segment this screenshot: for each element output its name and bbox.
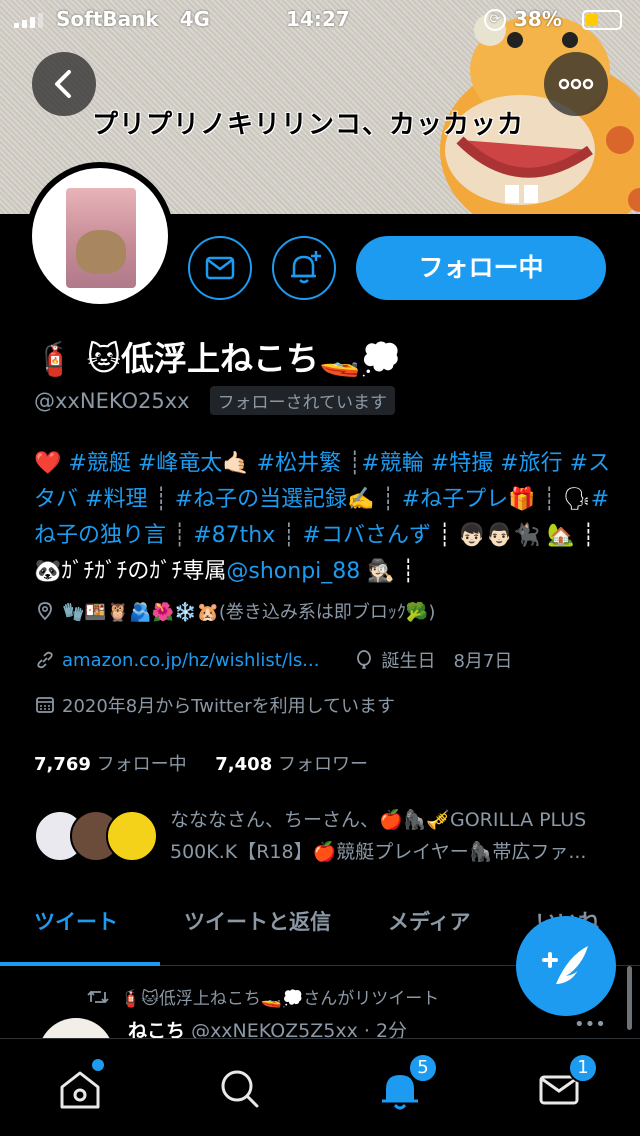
bio-text <box>131 451 138 476</box>
scrollbar[interactable] <box>627 966 632 1030</box>
tab-tweets-replies[interactable]: ツイートと返信 <box>184 906 331 936</box>
website-link[interactable]: amazon.co.jp/hz/wishlist/ls... <box>62 650 319 671</box>
messages-badge: 1 <box>568 1053 598 1083</box>
bio-text: ┊ <box>275 523 303 548</box>
bell-plus-icon <box>291 251 321 284</box>
bottom-nav: 5 1 <box>0 1038 640 1136</box>
following-button[interactable]: フォロー中 <box>356 236 606 300</box>
joined-row: 2020年8月からTwitterを利用しています <box>34 692 395 718</box>
bio-text: ❤️ <box>34 451 69 476</box>
follows-you-badge: フォローされています <box>209 386 396 415</box>
nav-home[interactable] <box>50 1059 110 1119</box>
clock: 14:27 <box>286 7 350 31</box>
bio-hashtag-link[interactable]: #コバさんず <box>303 523 431 548</box>
bio-text: ┊ <box>166 523 194 548</box>
more-options-button[interactable] <box>544 52 608 116</box>
following-count-link[interactable]: 7,769 フォロー中 <box>34 754 187 775</box>
joined-text: 2020年8月からTwitterを利用しています <box>62 696 396 717</box>
tab-media[interactable]: メディア <box>388 906 471 936</box>
followed-by-avatars[interactable] <box>34 810 158 866</box>
carrier-label: SoftBank 4G <box>56 7 210 31</box>
bio-text: 🤙🏻 <box>222 451 257 476</box>
bio-text <box>424 451 431 476</box>
bio-hashtag-link[interactable]: #旅行 <box>500 451 562 476</box>
link-icon <box>37 651 53 669</box>
user-handle: @xxNEKO25xx <box>34 388 190 413</box>
compose-tweet-button[interactable] <box>516 916 616 1016</box>
bio-hashtag-link[interactable]: #特撮 <box>431 451 493 476</box>
bio-text: ✍️ ┊ <box>347 487 402 512</box>
battery-icon <box>582 10 622 30</box>
display-name: 🧯 🐱低浮上ねこち🚤💭 <box>34 339 402 378</box>
bio-text: 🎁 ┊ <box>508 487 563 512</box>
bio-text <box>563 451 570 476</box>
bio-hashtag-link[interactable]: #料理 <box>85 487 147 512</box>
rotation-lock-icon: ⟳ <box>484 9 506 31</box>
back-button[interactable] <box>32 52 96 116</box>
nav-notifications[interactable]: 5 <box>370 1053 438 1119</box>
signal-icon <box>14 12 43 28</box>
home-new-dot <box>92 1059 104 1071</box>
chevron-left-icon <box>55 70 71 98</box>
birthday-text: 誕生日 8月7日 <box>381 651 513 672</box>
banner-caption: プリプリノキリリンコ、カッカッカ <box>92 110 525 140</box>
tweet-more-icon[interactable]: ••• <box>574 1014 606 1035</box>
bio-hashtag-link[interactable]: #峰竜太 <box>138 451 222 476</box>
nav-search[interactable] <box>210 1059 270 1119</box>
avatar <box>106 810 158 862</box>
message-button[interactable] <box>188 236 252 300</box>
bio-hashtag-link[interactable]: @shonpi_88 <box>226 559 360 584</box>
active-tab-indicator <box>0 962 160 966</box>
bio-hashtag-link[interactable]: #競輪 <box>361 451 423 476</box>
battery-percent: 38% <box>514 7 562 31</box>
bio-text: ┊ <box>147 487 175 512</box>
mail-icon <box>205 256 235 280</box>
more-horizontal-icon <box>558 78 594 90</box>
bio-text: ┊ 👦🏻👨🏻🐈‍⬛ <box>430 523 548 548</box>
bio-text <box>78 487 85 512</box>
notify-button[interactable] <box>272 236 336 300</box>
followed-by-text[interactable]: なななさん、ちーさん、🍎🦍🎺GORILLA PLUS 500K.K【R18】🍎競… <box>170 804 610 868</box>
status-bar: SoftBank 4G 14:27 ⟳ 38% <box>0 0 640 40</box>
retweet-indicator: 🧯🐱低浮上ねこち🚤💭さんがリツイート <box>86 984 439 1009</box>
feather-plus-icon <box>542 946 588 984</box>
bio-hashtag-link[interactable]: #87thx <box>193 523 275 548</box>
notifications-badge: 5 <box>408 1053 438 1083</box>
bio-hashtag-link[interactable]: #松井繁 <box>257 451 341 476</box>
bio-text: 🕵🏻 ┊ <box>360 559 415 584</box>
bio-text: ┊ <box>341 451 362 476</box>
bio-hashtag-link[interactable]: #競艇 <box>68 451 130 476</box>
tab-tweets[interactable]: ツイート <box>34 906 118 936</box>
calendar-icon <box>36 697 54 713</box>
retweet-icon <box>87 990 109 1003</box>
location-pin-icon <box>38 602 52 621</box>
profile-bio: ❤️ #競艇 #峰竜太🤙🏻 #松井繁 ┊#競輪 #特撮 #旅行 #スタバ #料理… <box>34 446 614 590</box>
followers-count-link[interactable]: 7,408 フォロワー <box>215 754 368 775</box>
search-icon <box>221 1070 259 1108</box>
cat-sticker <box>76 230 126 274</box>
bio-text: 🗣 <box>562 487 591 512</box>
profile-avatar[interactable] <box>26 162 174 310</box>
location-row: 🧤🍱🦉🫂🌺❄️🐹(巻き込み系は即ブロｯｸ🥦) <box>34 598 435 624</box>
balloon-icon <box>357 650 372 669</box>
bio-hashtag-link[interactable]: #ね子プレ <box>402 487 508 512</box>
bio-hashtag-link[interactable]: #ね子の当選記録 <box>175 487 347 512</box>
location-text: 🧤🍱🦉🫂🌺❄️🐹(巻き込み系は即ブロｯｸ🥦) <box>62 602 436 623</box>
nav-messages[interactable]: 1 <box>530 1053 598 1119</box>
website-birthday-row: amazon.co.jp/hz/wishlist/ls... 誕生日 8月7日 <box>34 647 512 673</box>
follow-counts: 7,769 フォロー中 7,408 フォロワー <box>34 750 368 776</box>
